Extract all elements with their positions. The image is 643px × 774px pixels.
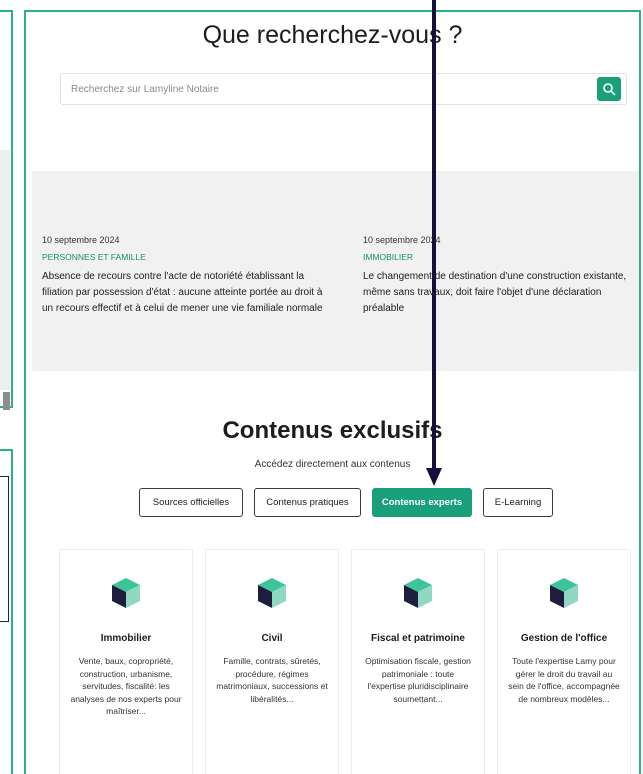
card-title: Civil bbox=[261, 633, 283, 644]
left-panel-gray-strip bbox=[0, 150, 10, 390]
search-title: Que recherchez-vous ? bbox=[202, 21, 463, 49]
main-panel: Que recherchez-vous ? 10 septembre 2024 … bbox=[24, 10, 641, 774]
content-card-immobilier[interactable]: Immobilier Vente, baux, copropriété, con… bbox=[59, 549, 193, 774]
news-section: 10 septembre 2024 PERSONNES ET FAMILLE A… bbox=[32, 171, 639, 371]
cube-icon bbox=[550, 578, 578, 608]
cube-icon bbox=[112, 578, 140, 608]
tab-contenus-experts[interactable]: Contenus experts bbox=[372, 488, 472, 517]
card-title: Fiscal et patrimoine bbox=[371, 633, 465, 644]
exclusive-section-title: Contenus exclusifs bbox=[222, 417, 443, 444]
search-input[interactable] bbox=[61, 74, 591, 104]
content-card-fiscal-et-patrimoine[interactable]: Fiscal et patrimoine Optimisation fiscal… bbox=[351, 549, 485, 774]
news-title-link[interactable]: Absence de recours contre l'acte de noto… bbox=[42, 269, 332, 317]
card-description: Famille, contrats, sûretés, procédure, r… bbox=[216, 656, 328, 704]
tab-sources-officielles[interactable]: Sources officielles bbox=[139, 488, 243, 517]
news-category[interactable]: IMMOBILIER bbox=[363, 252, 633, 262]
news-title-link[interactable]: Le changement de destination d'une const… bbox=[363, 269, 633, 317]
content-card-civil[interactable]: Civil Famille, contrats, sûretés, procéd… bbox=[205, 549, 339, 774]
tab-contenus-pratiques[interactable]: Contenus pratiques bbox=[254, 488, 361, 517]
news-item: 10 septembre 2024 PERSONNES ET FAMILLE A… bbox=[42, 235, 332, 317]
news-category[interactable]: PERSONNES ET FAMILLE bbox=[42, 252, 332, 262]
left-lower-panel-box bbox=[0, 476, 9, 622]
left-panel-scroll-thumb[interactable] bbox=[3, 392, 10, 410]
news-item: 10 septembre 2024 IMMOBILIER Le changeme… bbox=[363, 235, 633, 317]
card-title: Gestion de l'office bbox=[520, 633, 608, 644]
cube-icon bbox=[404, 578, 432, 608]
card-title: Immobilier bbox=[100, 633, 152, 644]
card-description: Toute l'expertise Lamy pour gérer le dro… bbox=[508, 656, 620, 704]
card-description: Vente, baux, copropriété, construction, … bbox=[70, 656, 182, 716]
tab-e-learning[interactable]: E-Learning bbox=[483, 488, 553, 517]
content-card-gestion-de-l-office[interactable]: Gestion de l'office Toute l'expertise La… bbox=[497, 549, 631, 774]
cube-icon bbox=[258, 578, 286, 608]
search-button[interactable] bbox=[597, 77, 621, 101]
news-date: 10 septembre 2024 bbox=[363, 235, 441, 245]
news-date: 10 septembre 2024 bbox=[42, 235, 120, 245]
card-description: Optimisation fiscale, gestion patrimonia… bbox=[365, 656, 471, 704]
exclusive-section-subtitle: Accédez directement aux contenus bbox=[254, 459, 411, 470]
search-icon bbox=[603, 83, 616, 96]
search-bar bbox=[60, 73, 627, 105]
